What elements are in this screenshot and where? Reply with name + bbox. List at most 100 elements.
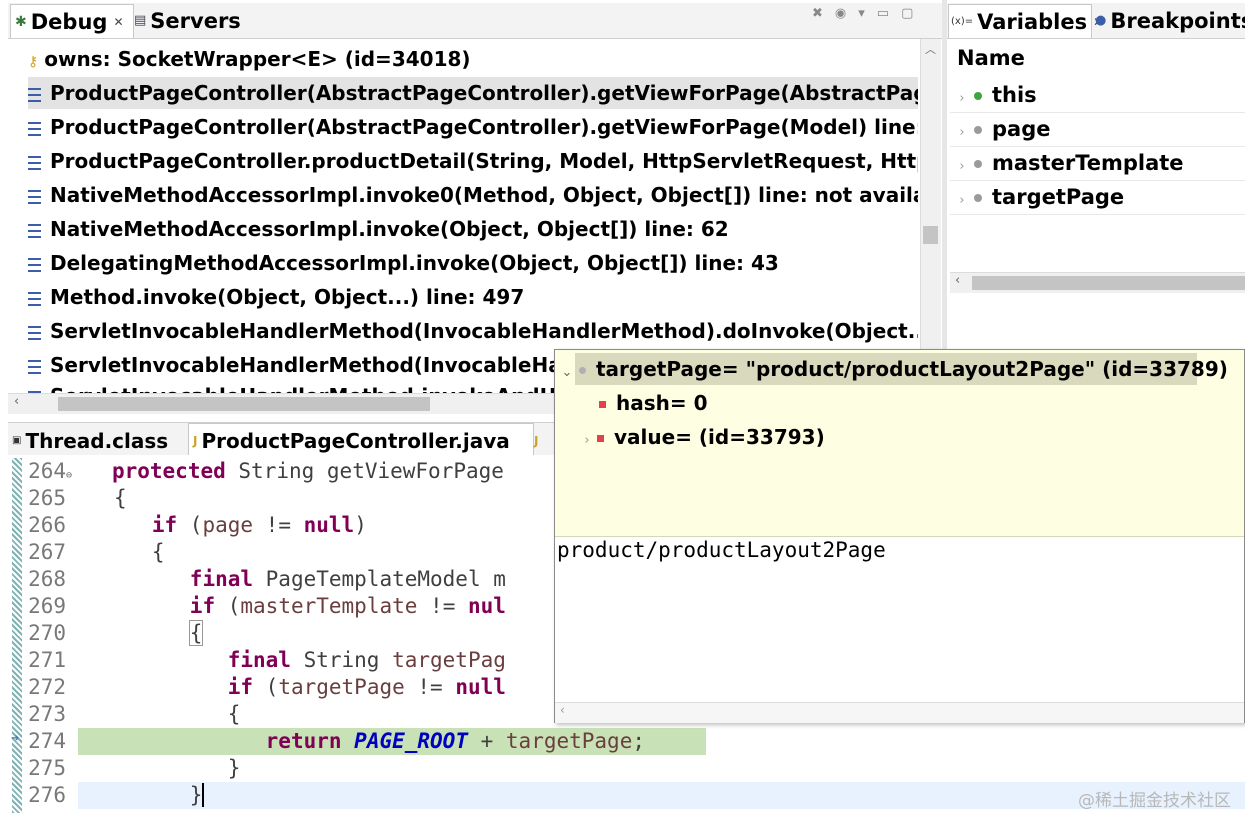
variable-row-mastertemplate[interactable]: › masterTemplate xyxy=(950,147,1245,181)
detail-horizontal-scrollbar[interactable]: ‹ xyxy=(555,702,1244,723)
variable-row-page[interactable]: › page xyxy=(950,113,1245,147)
stack-frame-icon xyxy=(28,359,41,374)
chevron-down-icon[interactable]: ⌄ xyxy=(559,357,575,389)
scrollbar-thumb[interactable] xyxy=(972,276,1245,290)
stack-frame-label: ServletInvocableHandlerMethod.invokeAndH… xyxy=(50,384,619,393)
code-text: ( xyxy=(177,513,203,537)
scroll-left-icon[interactable]: ‹ xyxy=(14,394,19,409)
tab-productpagecontroller[interactable]: J ProductPageController.java xyxy=(188,423,534,457)
tab-debug[interactable]: ✱ Debug ✕ xyxy=(10,4,134,38)
inspect-popup[interactable]: ⌄ targetPage= "product/productLayout2Page… xyxy=(554,349,1245,723)
detail-text[interactable]: product/productLayout2Page xyxy=(557,538,886,562)
maximize-icon[interactable]: ▢ xyxy=(901,6,925,21)
scroll-left-icon[interactable]: ‹ xyxy=(955,273,960,288)
popup-header-label: targetPage= "product/productLayout2Page"… xyxy=(596,357,1228,381)
owner-row[interactable]: ⚷ owns: SocketWrapper<E> (id=34018) xyxy=(28,43,918,75)
popup-header[interactable]: ⌄ targetPage= "product/productLayout2Page… xyxy=(559,353,1228,385)
stack-frame-icon xyxy=(28,189,41,204)
chevron-right-icon[interactable]: › xyxy=(950,184,974,217)
line-number: 264 xyxy=(28,459,66,483)
change-ruler xyxy=(12,458,22,813)
line-number: 268 xyxy=(28,567,66,591)
code-keyword: null xyxy=(455,675,506,699)
code-text: ( xyxy=(215,594,241,618)
stack-frame-icon xyxy=(28,87,41,102)
stack-frame-row[interactable]: ProductPageController(AbstractPageContro… xyxy=(28,77,918,109)
debug-toolbar: ✖◉▾▭▢ xyxy=(812,6,940,26)
stack-frame-label: ServletInvocableHandlerMethod(InvocableH… xyxy=(50,319,918,343)
code-variable: targetPage xyxy=(278,675,405,699)
remove-terminated-icon[interactable]: ✖ xyxy=(812,6,835,21)
scroll-up-icon[interactable]: ︿ xyxy=(925,41,936,57)
line-number: 266 xyxy=(28,513,66,537)
tab-overflow[interactable]: J xyxy=(534,424,554,457)
servers-icon: ▤ xyxy=(134,13,147,28)
line-number: 272 xyxy=(28,675,66,699)
breakpoints-icon: ● xyxy=(1095,13,1107,28)
line-number: 269 xyxy=(28,594,66,618)
chevron-right-icon[interactable]: › xyxy=(950,150,974,183)
scrollbar-thumb[interactable] xyxy=(58,397,430,411)
code-line: 275 } xyxy=(22,755,240,782)
variable-row-targetpage[interactable]: › targetPage xyxy=(950,181,1245,215)
line-number: 265 xyxy=(28,486,66,510)
code-line: 270 { xyxy=(22,620,204,647)
variable-name: this xyxy=(992,83,1037,107)
stack-frame-row[interactable]: ServletInvocableHandlerMethod(InvocableH… xyxy=(28,315,918,347)
stack-frame-icon xyxy=(28,325,41,340)
variable-row-this[interactable]: › this xyxy=(950,79,1245,113)
variables-horizontal-scrollbar[interactable]: ‹ xyxy=(950,272,1245,293)
stack-frame-label: ProductPageController(AbstractPageContro… xyxy=(50,81,918,105)
popup-field-hash[interactable]: hash= 0 xyxy=(599,387,708,419)
variables-column-header[interactable]: Name xyxy=(957,46,1025,70)
tab-productpagecontroller-label: ProductPageController.java xyxy=(201,428,510,453)
collapse-icon[interactable]: ◉ xyxy=(835,6,858,21)
java-file-icon: J xyxy=(193,433,198,448)
code-text: { xyxy=(151,540,165,564)
stack-frame-label: NativeMethodAccessorImpl.invoke0(Method,… xyxy=(50,183,918,207)
code-text: ; xyxy=(632,729,645,753)
java-file-icon: J xyxy=(534,433,539,448)
scroll-left-icon[interactable]: ‹ xyxy=(560,703,565,717)
tab-thread-class[interactable]: ▣ Thread.class xyxy=(12,424,186,457)
popup-field-value[interactable]: › value= (id=33793) xyxy=(577,421,825,453)
line-number: 276 xyxy=(28,783,66,807)
code-text: } xyxy=(227,756,241,780)
chevron-right-icon[interactable]: › xyxy=(950,82,974,115)
close-icon[interactable]: ✕ xyxy=(113,15,123,29)
stack-frame-row[interactable]: ProductPageController.productDetail(Stri… xyxy=(28,145,918,177)
field-label: value= (id=33793) xyxy=(614,425,825,449)
stack-frame-row[interactable]: Method.invoke(Object, Object...) line: 4… xyxy=(28,281,918,313)
code-keyword: if xyxy=(189,594,216,618)
chevron-right-icon[interactable]: › xyxy=(577,425,597,457)
chevron-right-icon[interactable]: › xyxy=(950,116,974,149)
scrollbar-thumb[interactable] xyxy=(923,226,938,244)
code-text: String getViewForPage xyxy=(225,459,504,483)
stack-frame-row[interactable]: NativeMethodAccessorImpl.invoke(Object, … xyxy=(28,213,918,245)
code-variable: targetPag xyxy=(392,648,506,672)
code-text: ) xyxy=(354,513,367,537)
line-number: 271 xyxy=(28,648,66,672)
code-text: { xyxy=(188,620,204,646)
code-keyword: final xyxy=(189,567,254,591)
class-file-icon: ▣ xyxy=(12,435,22,446)
code-line: 273 { xyxy=(22,701,240,728)
minimize-icon[interactable]: ▭ xyxy=(877,6,901,21)
tab-variables[interactable]: (x)= Variables ✕ xyxy=(948,4,1103,38)
fold-icon[interactable]: ⊖ xyxy=(66,470,72,481)
stack-frame-row[interactable]: ProductPageController(AbstractPageContro… xyxy=(28,111,918,143)
stack-frame-icon xyxy=(28,155,41,170)
code-text: != xyxy=(253,513,304,537)
stack-frame-row[interactable]: NativeMethodAccessorImpl.invoke0(Method,… xyxy=(28,179,918,211)
view-menu-icon[interactable]: ▾ xyxy=(858,6,877,21)
code-keyword: if xyxy=(227,675,254,699)
variable-name: page xyxy=(992,117,1051,141)
stack-frame-icon xyxy=(28,291,41,306)
tab-servers-label: Servers xyxy=(150,8,241,33)
tab-servers[interactable]: ▤ Servers xyxy=(134,4,241,37)
stack-frame-row[interactable]: DelegatingMethodAccessorImpl.invoke(Obje… xyxy=(28,247,918,279)
tab-breakpoints[interactable]: ● Breakpoints xyxy=(1095,4,1245,37)
debug-vertical-scrollbar[interactable]: ︿ xyxy=(920,39,941,393)
code-keyword: final xyxy=(227,648,291,672)
tab-variables-label: Variables xyxy=(977,9,1088,34)
